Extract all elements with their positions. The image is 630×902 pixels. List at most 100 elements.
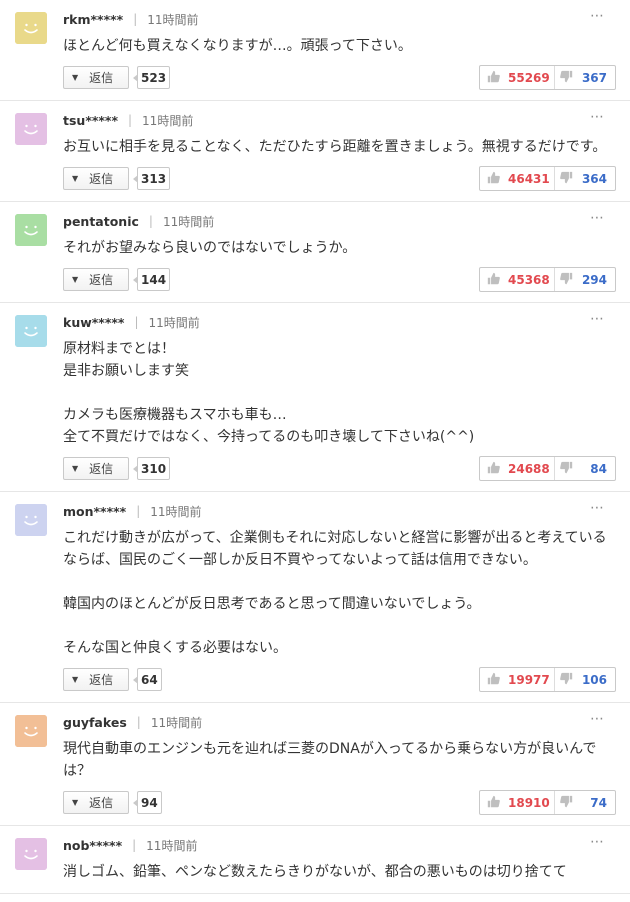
reply-button[interactable]: ▼ 返信 <box>63 457 129 480</box>
separator: | <box>136 504 141 518</box>
avatar[interactable] <box>15 113 47 145</box>
reply-label: 返信 <box>89 273 114 287</box>
user-name[interactable]: guyfakes <box>63 715 127 730</box>
thumbs-down-icon <box>560 795 581 811</box>
dislike-count: 294 <box>581 272 607 287</box>
dislike-button[interactable]: 367 <box>555 66 615 89</box>
like-button[interactable]: 19977 <box>480 668 555 691</box>
reply-label: 返信 <box>89 673 114 687</box>
vote-box: 24688 84 <box>479 456 616 481</box>
timestamp: 11時間前 <box>142 113 194 128</box>
dislike-button[interactable]: 364 <box>555 167 615 190</box>
comment-actions: ▼ 返信 144 45368 294 <box>63 267 616 292</box>
user-name[interactable]: mon***** <box>63 504 126 519</box>
like-count: 24688 <box>508 461 550 476</box>
reply-count: 313 <box>132 167 171 190</box>
more-options-icon[interactable]: ⋯ <box>590 712 605 726</box>
more-options-icon[interactable]: ⋯ <box>590 211 605 225</box>
reply-count: 144 <box>132 268 171 291</box>
more-options-icon[interactable]: ⋯ <box>590 9 605 23</box>
comment-list: rkm***** | 11時間前 ⋯ ほとんど何も買えなくなりますが…。頑張って下さい。… <box>0 0 630 894</box>
comment-item: tsu***** | 11時間前 ⋯ お互いに相手を見ることなく、ただひたすら距離を置き… <box>0 101 630 202</box>
comment-text: 原材料までとは！ 是非お願いします笑 カメラも医療機器もスマホも車も… 全て不買… <box>63 341 475 445</box>
separator: | <box>148 214 153 228</box>
avatar[interactable] <box>15 214 47 246</box>
like-count: 19977 <box>508 672 550 687</box>
dislike-button[interactable]: 106 <box>555 668 615 691</box>
user-name[interactable]: nob***** <box>63 838 122 853</box>
reply-label: 返信 <box>89 71 114 85</box>
reply-button[interactable]: ▼ 返信 <box>63 167 129 190</box>
timestamp: 11時間前 <box>150 715 203 730</box>
separator: | <box>133 12 138 26</box>
more-options-icon[interactable]: ⋯ <box>590 110 605 124</box>
more-options-icon[interactable]: ⋯ <box>590 501 605 515</box>
like-count: 45368 <box>508 272 550 287</box>
dislike-count: 364 <box>581 171 607 186</box>
reply-button[interactable]: ▼ 返信 <box>63 668 129 691</box>
avatar[interactable] <box>15 715 47 747</box>
comment-item: rkm***** | 11時間前 ⋯ ほとんど何も買えなくなりますが…。頑張って下さい。… <box>0 0 630 101</box>
dislike-button[interactable]: 294 <box>555 268 615 291</box>
thumbs-down-icon <box>560 461 581 477</box>
chevron-down-icon: ▼ <box>72 275 79 284</box>
like-count: 55269 <box>508 70 550 85</box>
like-button[interactable]: 45368 <box>480 268 555 291</box>
reply-count: 310 <box>132 457 171 480</box>
timestamp: 11時間前 <box>150 504 202 519</box>
comment-item: kuw***** | 11時間前 ⋯ 原材料までとは！ 是非お願いします笑 カメラも医療… <box>0 303 630 492</box>
reply-count: 523 <box>132 66 171 89</box>
vote-box: 19977 106 <box>479 667 616 692</box>
reply-label: 返信 <box>89 172 114 186</box>
thumbs-up-icon <box>487 795 508 811</box>
comment-item: nob***** | 11時間前 ⋯ 消しゴム、鉛筆、ペンなど数えたらきりがないが、都合… <box>0 826 630 894</box>
like-button[interactable]: 46431 <box>480 167 555 190</box>
user-name[interactable]: pentatonic <box>63 214 139 229</box>
like-button[interactable]: 55269 <box>480 66 555 89</box>
like-count: 18910 <box>508 795 550 810</box>
timestamp: 11時間前 <box>147 12 199 27</box>
comment-actions: ▼ 返信 523 55269 367 <box>63 65 616 90</box>
comment-item: pentatonic | 11時間前 ⋯ それがお望みなら良いのではないでしょうか。 ▼ 返… <box>0 202 630 303</box>
dislike-count: 84 <box>590 461 607 476</box>
user-name[interactable]: kuw***** <box>63 315 124 330</box>
chevron-down-icon: ▼ <box>72 798 79 807</box>
more-options-icon[interactable]: ⋯ <box>590 835 605 849</box>
reply-button[interactable]: ▼ 返信 <box>63 66 129 89</box>
reply-button[interactable]: ▼ 返信 <box>63 268 129 291</box>
like-count: 46431 <box>508 171 550 186</box>
avatar[interactable] <box>15 838 47 870</box>
comment-actions: ▼ 返信 64 19977 106 <box>63 667 616 692</box>
like-button[interactable]: 24688 <box>480 457 555 480</box>
chevron-down-icon: ▼ <box>72 675 79 684</box>
like-button[interactable]: 18910 <box>480 791 555 814</box>
comment-text: これだけ動きが広がって、企業側もそれに対応しないと経営に影響が出ると考えているな… <box>63 530 607 656</box>
reply-label: 返信 <box>89 796 114 810</box>
more-options-icon[interactable]: ⋯ <box>590 312 605 326</box>
reply-count: 64 <box>133 668 162 691</box>
dislike-button[interactable]: 74 <box>555 791 615 814</box>
thumbs-down-icon <box>560 171 581 187</box>
avatar[interactable] <box>15 504 47 536</box>
dislike-count: 367 <box>581 70 607 85</box>
thumbs-down-icon <box>560 272 581 288</box>
thumbs-down-icon <box>560 672 581 688</box>
comment-text: 消しゴム、鉛筆、ペンなど数えたらきりがないが、都合の悪いものは切り捨てて <box>63 864 567 880</box>
timestamp: 11時間前 <box>146 838 198 853</box>
comment-text: 現代自動車のエンジンも元を辿れば三菱のDNAが入ってるから乗らない方が良いんでは… <box>63 741 597 779</box>
user-name[interactable]: tsu***** <box>63 113 118 128</box>
dislike-button[interactable]: 84 <box>555 457 615 480</box>
thumbs-up-icon <box>487 171 508 187</box>
thumbs-down-icon <box>560 70 581 86</box>
comment-actions: ▼ 返信 313 46431 364 <box>63 166 616 191</box>
separator: | <box>136 715 141 729</box>
separator: | <box>128 113 133 127</box>
comment-actions: ▼ 返信 94 18910 74 <box>63 790 616 815</box>
avatar[interactable] <box>15 12 47 44</box>
avatar[interactable] <box>15 315 47 347</box>
user-name[interactable]: rkm***** <box>63 12 123 27</box>
vote-box: 45368 294 <box>479 267 616 292</box>
thumbs-up-icon <box>487 272 508 288</box>
reply-button[interactable]: ▼ 返信 <box>63 791 129 814</box>
comment-text: それがお望みなら良いのではないでしょうか。 <box>63 240 357 256</box>
